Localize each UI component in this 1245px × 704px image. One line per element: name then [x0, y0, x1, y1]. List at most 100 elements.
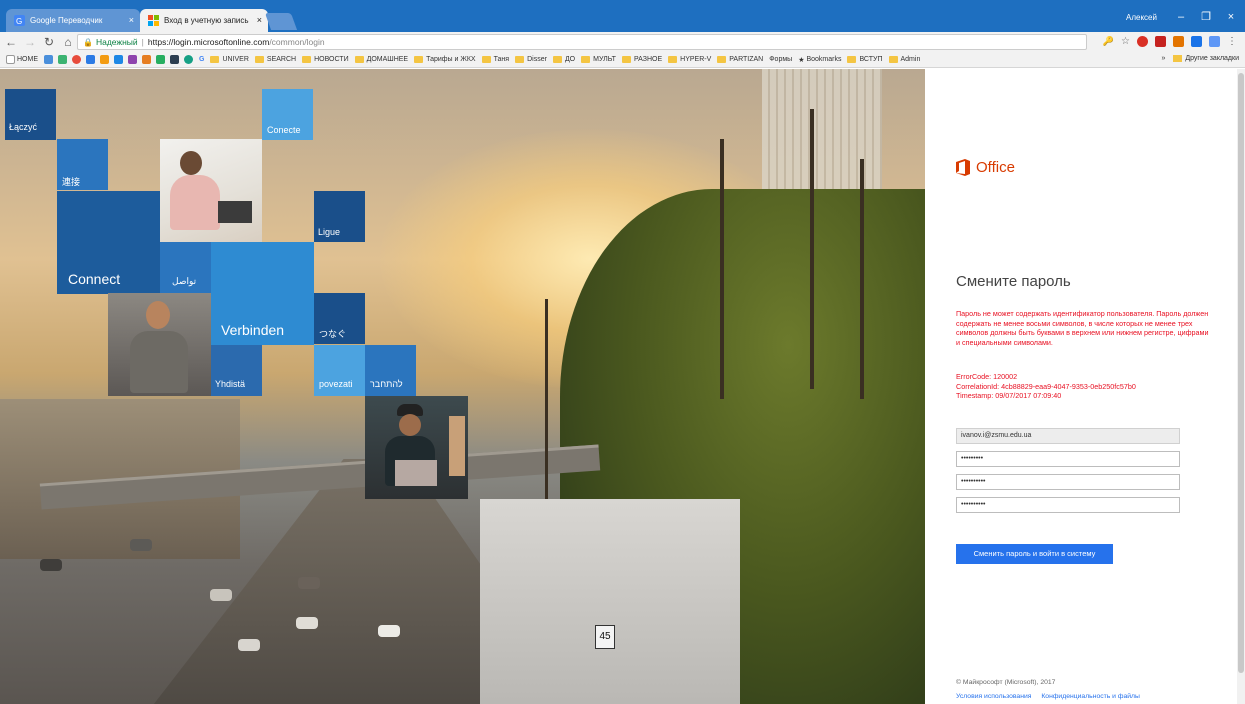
bookmark-folder[interactable]: ДОМАШНЕЕ	[354, 56, 409, 63]
minimize-button[interactable]: –	[1170, 9, 1192, 25]
bookmark-label: РАЗНОЕ	[633, 56, 663, 63]
folder-icon	[414, 56, 424, 63]
bookmark-icon[interactable]	[72, 55, 81, 64]
folder-icon	[354, 56, 364, 63]
bookmark-bookmarks[interactable]: ★ Bookmarks	[798, 56, 841, 64]
address-toolbar: ← → ↻ ⌂ 🔒 Надежный | https://login.micro…	[0, 32, 1245, 52]
tab-title: Вход в учетную запись	[164, 16, 249, 25]
lock-icon: 🔒	[83, 37, 93, 47]
bookmark-icon[interactable]	[142, 55, 151, 64]
tile-finnish: Yhdistä	[211, 345, 262, 396]
privacy-link[interactable]: Конфиденциальность и файлы	[1041, 693, 1140, 700]
tile-label: Yhdistä	[215, 379, 246, 389]
bookmark-folder[interactable]: PARTIZAN	[717, 56, 763, 63]
url-host: https://login.microsoftonline.com	[147, 37, 270, 47]
new-tab-button[interactable]	[264, 13, 298, 30]
person-head	[146, 301, 170, 329]
folder-icon	[481, 56, 491, 63]
bookmarks-bar: HOME G UNIVER SEARCH НОВОСТИ ДОМАШНЕЕ Та…	[0, 52, 1245, 68]
bookmarks-more-button[interactable]: »	[1161, 55, 1165, 62]
key-icon[interactable]: 🔑	[1103, 36, 1114, 47]
page-icon	[6, 55, 15, 64]
bookmark-label: ДОМАШНЕЕ	[366, 56, 409, 63]
profile-name[interactable]: Алексей	[1126, 13, 1157, 22]
maximize-button[interactable]: ❐	[1195, 9, 1217, 25]
folder-icon	[552, 56, 562, 63]
bookmark-folder[interactable]: НОВОСТИ	[302, 56, 349, 63]
bookmark-google[interactable]: G	[199, 56, 204, 63]
bookmark-folder[interactable]: Admin	[888, 56, 920, 63]
confirm-password-input[interactable]: ••••••••••	[956, 497, 1180, 513]
scrollbar[interactable]	[1237, 69, 1245, 704]
extension-icon[interactable]	[1137, 36, 1148, 47]
tab-close-icon[interactable]: ×	[129, 15, 134, 25]
extension-icon[interactable]	[1155, 36, 1166, 47]
forward-arrow-icon[interactable]: →	[22, 34, 38, 50]
bookmark-folder[interactable]: SEARCH	[254, 56, 297, 63]
extension-icon[interactable]	[1209, 36, 1220, 47]
menu-dots-icon[interactable]: ⋮	[1227, 36, 1237, 47]
bookmark-label: HYPER-V	[680, 56, 712, 63]
bookmark-icon[interactable]	[170, 55, 179, 64]
extension-icon[interactable]	[1173, 36, 1184, 47]
password-error-message: Пароль не может содержать идентификатор …	[956, 309, 1209, 347]
folder-icon	[254, 56, 264, 63]
bookmark-icon[interactable]	[128, 55, 137, 64]
bookmark-folder[interactable]: UNIVER	[210, 56, 249, 63]
tile-croatian: povezati	[314, 345, 365, 396]
old-password-input[interactable]: •••••••••	[956, 451, 1180, 467]
bookmark-label: Disser	[527, 56, 547, 63]
star-icon[interactable]: ☆	[1121, 36, 1130, 47]
bookmark-home[interactable]: HOME	[6, 55, 38, 64]
close-window-button[interactable]: ×	[1220, 9, 1242, 25]
tile-ligue: Ligue	[314, 191, 365, 242]
tab-google-translate[interactable]: G Google Переводчик ×	[6, 9, 140, 32]
bookmark-icon[interactable]	[100, 55, 109, 64]
bookmark-label: Bookmarks	[806, 56, 842, 63]
person-body	[130, 331, 188, 393]
bookmark-label: SEARCH	[266, 56, 297, 63]
bookmark-icon[interactable]	[86, 55, 95, 64]
car	[210, 589, 232, 601]
login-page: 45 Łączyć 連接 Conecte Ligue Connect تواصل…	[0, 69, 1245, 704]
folder-icon	[888, 56, 898, 63]
other-bookmarks[interactable]: Другие закладки	[1185, 55, 1239, 62]
tab-title: Google Переводчик	[30, 16, 103, 25]
bookmark-folder[interactable]: Disser	[515, 56, 547, 63]
reload-icon[interactable]: ↻	[41, 34, 57, 50]
back-arrow-icon[interactable]: ←	[3, 34, 19, 50]
bookmark-icon[interactable]	[44, 55, 53, 64]
home-icon[interactable]: ⌂	[60, 34, 76, 50]
scrollbar-thumb[interactable]	[1238, 73, 1244, 673]
palm-tree	[720, 139, 724, 399]
bookmark-label: НОВОСТИ	[314, 56, 349, 63]
bookmark-folder[interactable]: МУЛЬТ	[581, 56, 616, 63]
bookmark-label: МУЛЬТ	[593, 56, 616, 63]
bookmark-icon[interactable]	[114, 55, 123, 64]
photo-man-with-phone	[108, 293, 211, 396]
bookmark-folder[interactable]: HYPER-V	[668, 56, 711, 63]
tab-microsoft-login[interactable]: Вход в учетную запись ×	[140, 9, 268, 32]
tile-hebrew: להתחבר	[365, 345, 416, 396]
building	[762, 69, 882, 209]
bookmark-folder[interactable]: РАЗНОЕ	[621, 56, 663, 63]
bookmark-icon[interactable]	[156, 55, 165, 64]
car	[238, 639, 260, 651]
new-password-input[interactable]: ••••••••••	[956, 474, 1180, 490]
bookmark-folder[interactable]: ВСТУП	[847, 56, 883, 63]
tab-close-icon[interactable]: ×	[257, 15, 262, 25]
change-password-panel: Office Смените пароль Пароль не может со…	[925, 69, 1245, 704]
photo-man-with-laptop	[365, 396, 468, 499]
bookmark-folder[interactable]: ДО	[552, 56, 575, 63]
extension-icon[interactable]	[1191, 36, 1202, 47]
person-side	[449, 416, 465, 476]
bookmark-icon[interactable]	[58, 55, 67, 64]
bookmark-forms[interactable]: Формы	[769, 56, 792, 63]
bookmark-folder[interactable]: Таня	[481, 56, 509, 63]
tile-label: povezati	[319, 379, 353, 389]
url-bar[interactable]: 🔒 Надежный | https://login.microsoftonli…	[77, 34, 1087, 50]
change-password-submit-button[interactable]: Сменить пароль и войти в систему	[956, 544, 1113, 564]
bookmark-icon[interactable]	[184, 55, 193, 64]
terms-link[interactable]: Условия использования	[956, 693, 1031, 700]
bookmark-folder[interactable]: Тарифы и ЖКХ	[414, 56, 476, 63]
